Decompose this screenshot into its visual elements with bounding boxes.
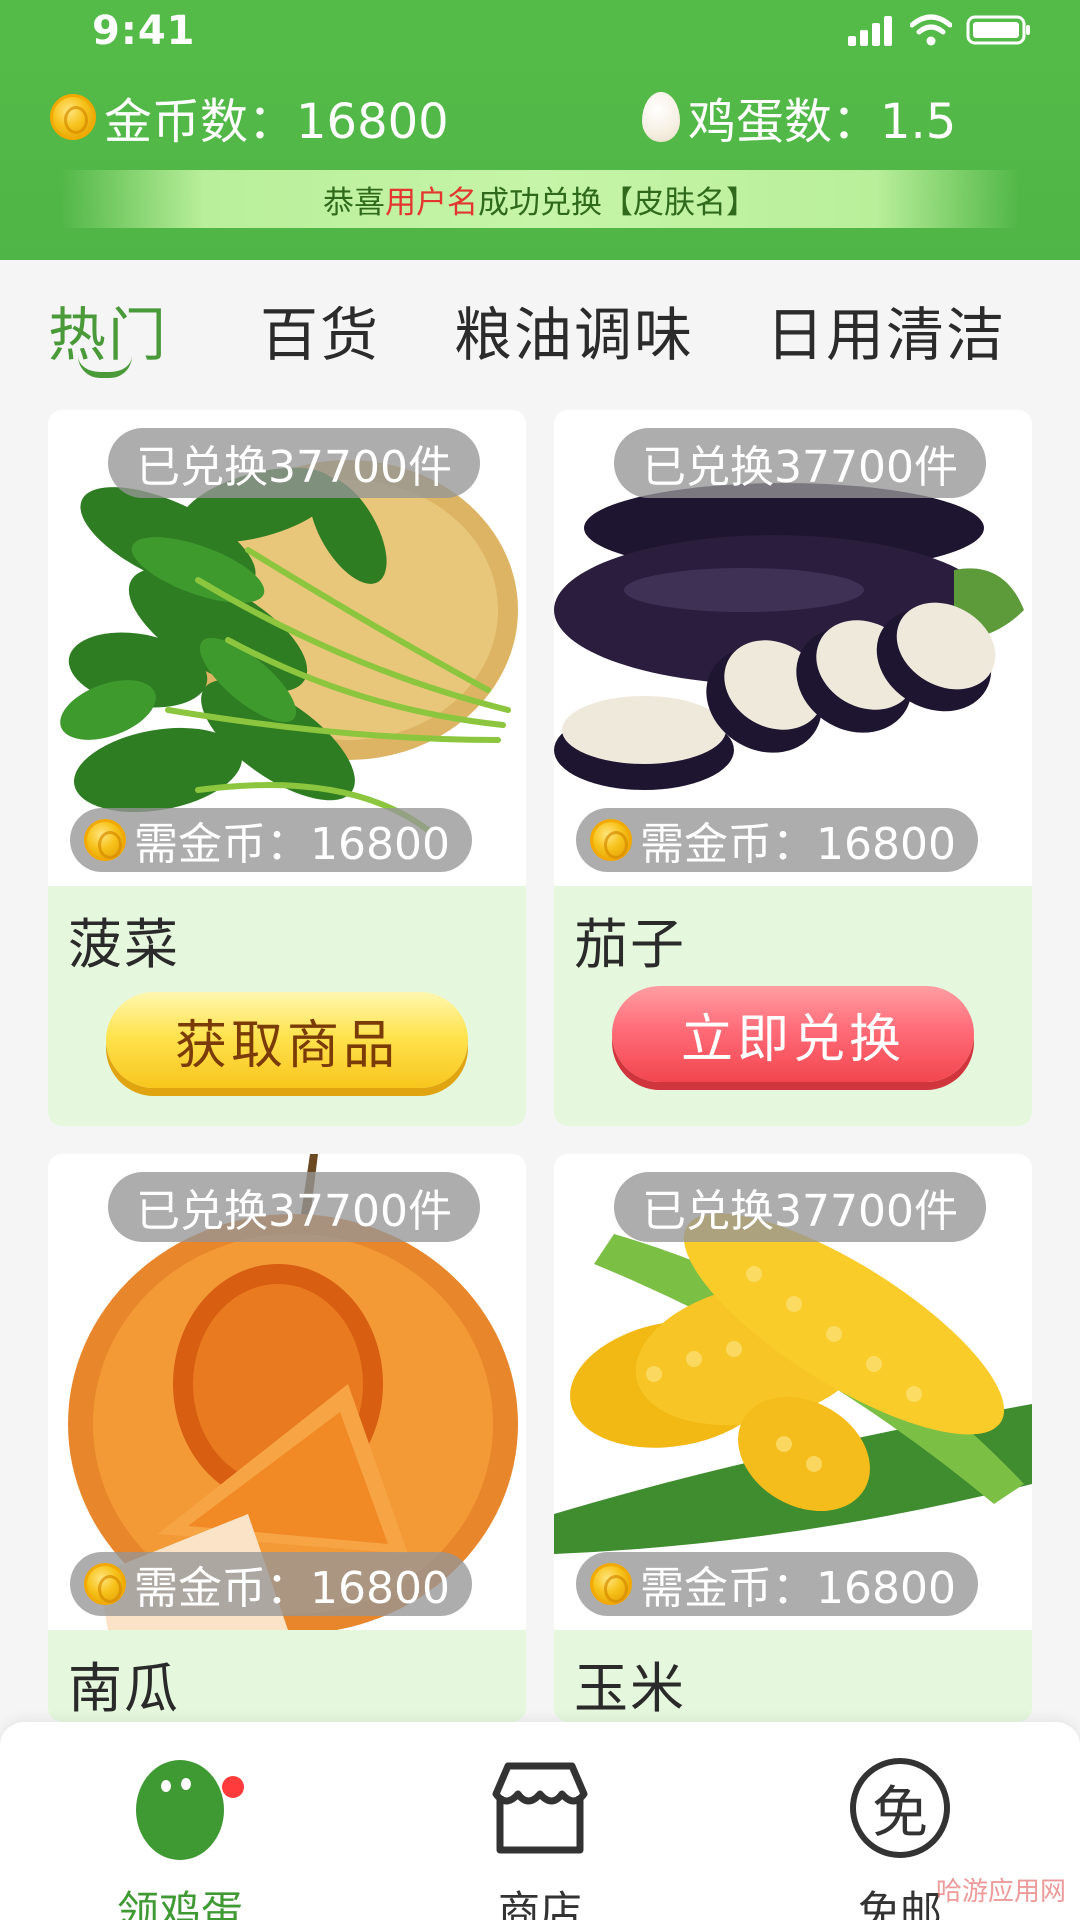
shop-icon (492, 1762, 588, 1854)
product-card[interactable]: 已兑换37700件 需金币：16800 南瓜 (48, 1154, 526, 1722)
egg-icon (136, 1760, 224, 1860)
product-card[interactable]: 已兑换37700件 需金币：16800 茄子 立即兑换 (554, 410, 1032, 1126)
nav-label: 领鸡蛋 (116, 1887, 243, 1920)
banner-username: 用户名 (385, 184, 478, 221)
product-name: 菠菜 (68, 913, 180, 976)
egg-icon (642, 92, 680, 142)
coin-icon (84, 819, 126, 861)
price-badge: 需金币：16800 (576, 1552, 978, 1616)
signal-icon (848, 16, 892, 46)
free-shipping-icon: 免 (850, 1758, 950, 1858)
status-icons (848, 14, 1032, 46)
egg-balance-label: 鸡蛋数：1.5 (688, 94, 957, 150)
tab-grain-oil-seasoning[interactable]: 粮油调味 (454, 288, 694, 372)
price-label: 需金币：16800 (134, 1563, 450, 1614)
category-tabs: 热门 百货 粮油调味 日用清洁 (0, 270, 1080, 380)
product-info: 茄子 立即兑换 (554, 886, 1032, 1126)
coin-icon (50, 94, 96, 140)
coin-icon (590, 1563, 632, 1605)
product-name: 玉米 (574, 1657, 686, 1720)
price-label: 需金币：16800 (134, 819, 450, 870)
exchanged-count-badge: 已兑换37700件 (108, 428, 480, 498)
header: 9:41 金币数：16800 鸡蛋数：1.5 恭喜 用户名 成功兑换【皮肤名】 (0, 0, 1080, 260)
price-badge: 需金币：16800 (70, 1552, 472, 1616)
exchanged-count-badge: 已兑换37700件 (108, 1172, 480, 1242)
exchange-announcement-banner: 恭喜 用户名 成功兑换【皮肤名】 (60, 170, 1020, 228)
product-info: 菠菜 获取商品 (48, 886, 526, 1126)
watermark: 哈游应用网 (935, 1877, 1066, 1907)
banner-prefix: 恭喜 (323, 184, 385, 221)
banner-message: 成功兑换【皮肤名】 (478, 184, 757, 221)
price-label: 需金币：16800 (640, 819, 956, 870)
product-name: 南瓜 (68, 1657, 180, 1720)
exchanged-count-badge: 已兑换37700件 (614, 1172, 986, 1242)
tab-daily-cleaning[interactable]: 日用清洁 (766, 288, 1006, 372)
egg-balance: 鸡蛋数：1.5 (642, 82, 956, 152)
price-label: 需金币：16800 (640, 1563, 956, 1614)
status-bar: 9:41 (0, 0, 1080, 64)
battery-icon (966, 15, 1030, 45)
coin-balance: 金币数：16800 (50, 82, 449, 152)
stats-row: 金币数：16800 鸡蛋数：1.5 (0, 82, 1080, 154)
coin-icon (590, 819, 632, 861)
nav-label: 商店 (497, 1887, 582, 1920)
coin-balance-label: 金币数：16800 (104, 94, 449, 150)
product-card[interactable]: 已兑换37700件 需金币：16800 菠菜 获取商品 (48, 410, 526, 1126)
wifi-icon (910, 14, 952, 46)
price-badge: 需金币：16800 (576, 808, 978, 872)
product-card[interactable]: 已兑换37700件 需金币：16800 玉米 (554, 1154, 1032, 1722)
coin-icon (84, 1563, 126, 1605)
price-badge: 需金币：16800 (70, 808, 472, 872)
bottom-nav: 领鸡蛋 商店 免 免邮 哈游应用网 (0, 1722, 1080, 1920)
product-info: 南瓜 (48, 1630, 526, 1722)
redeem-now-button[interactable]: 立即兑换 (612, 986, 974, 1082)
product-info: 玉米 (554, 1630, 1032, 1722)
status-time: 9:41 (92, 8, 196, 54)
active-tab-indicator (78, 356, 132, 378)
tab-general-goods[interactable]: 百货 (260, 288, 380, 372)
free-shipping-icon-text: 免 (872, 1780, 928, 1846)
exchanged-count-badge: 已兑换37700件 (614, 428, 986, 498)
get-product-button[interactable]: 获取商品 (106, 992, 468, 1088)
notification-dot (222, 1776, 244, 1798)
product-name: 茄子 (574, 913, 686, 976)
